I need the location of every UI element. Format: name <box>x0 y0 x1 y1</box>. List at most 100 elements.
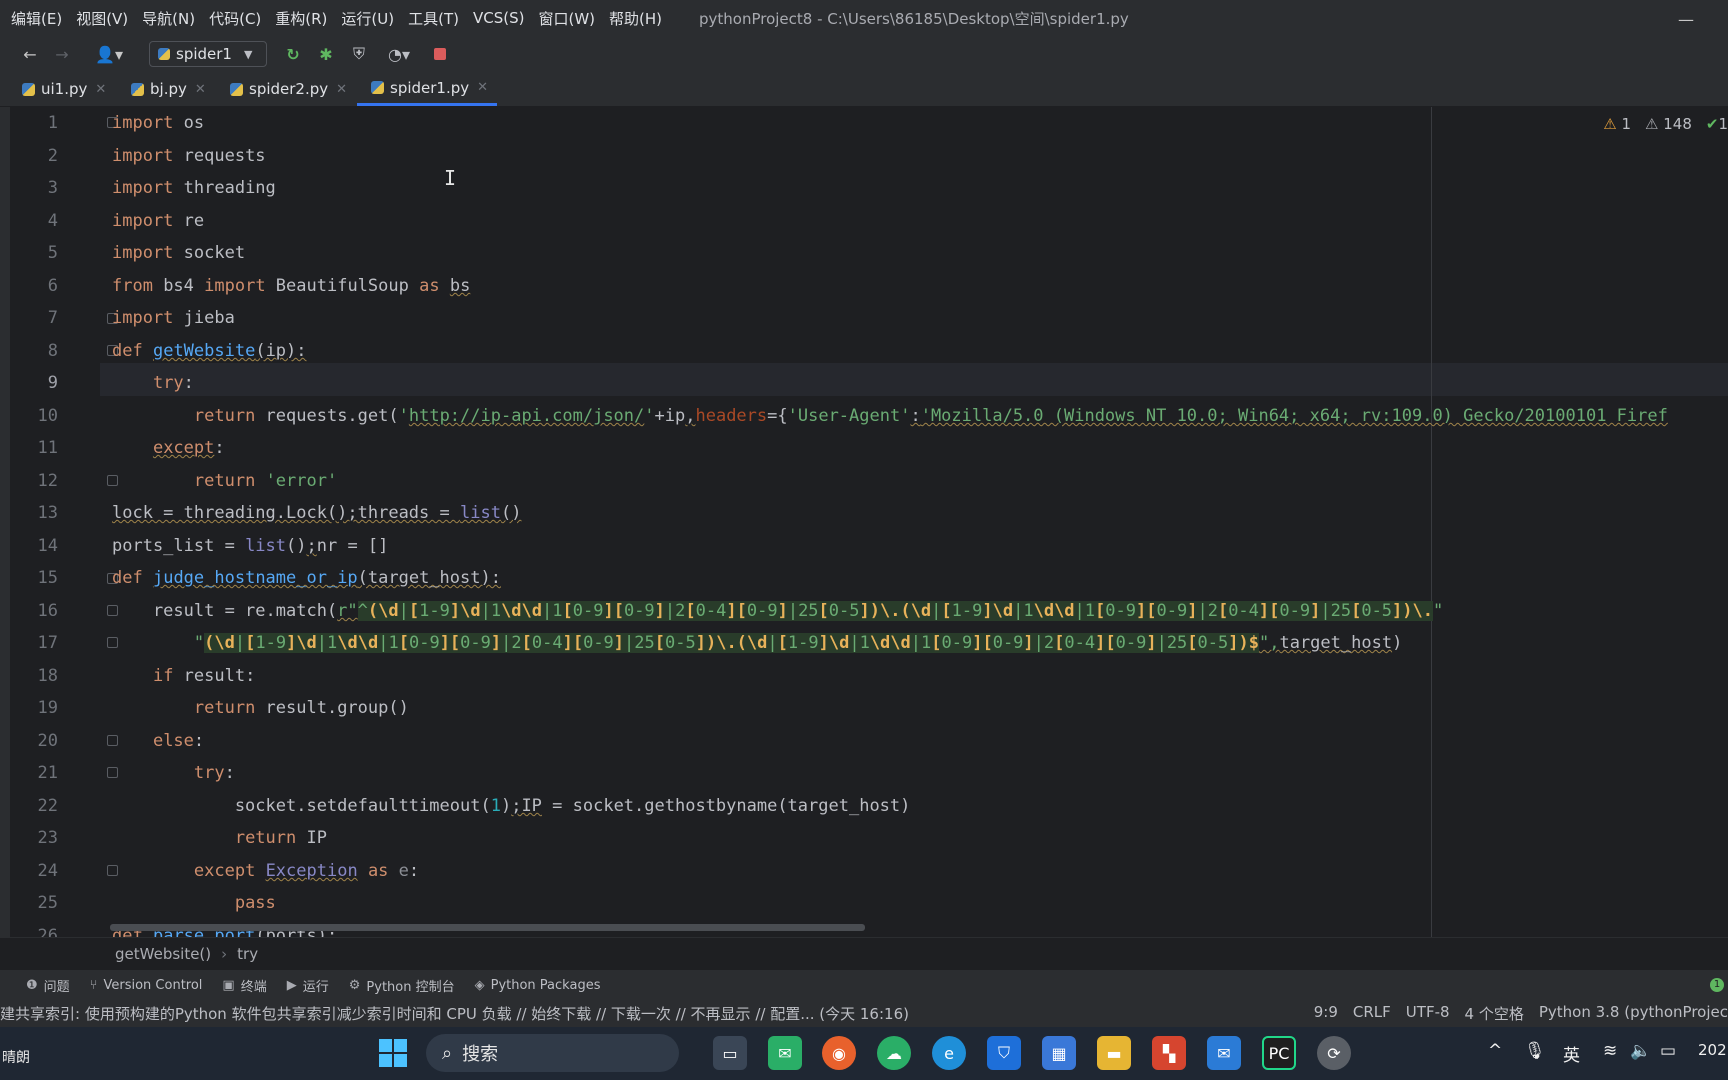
tab-spider1[interactable]: spider1.py ✕ <box>357 72 497 106</box>
code-line: else: <box>152 731 205 751</box>
volume-icon[interactable]: 🔈 <box>1630 1041 1651 1061</box>
error-count[interactable]: ⚠ 1 <box>1603 115 1631 133</box>
taskbar-search-box[interactable]: ⌕ 搜索 <box>426 1034 679 1072</box>
close-icon[interactable]: ✕ <box>95 82 106 97</box>
typo-count[interactable]: ✔1 <box>1706 115 1728 133</box>
wifi-icon[interactable]: ≋ <box>1603 1041 1617 1061</box>
code-line: pass <box>234 893 276 913</box>
mail-icon[interactable]: ✉ <box>1207 1036 1241 1070</box>
folder-icon[interactable]: ▬ <box>1097 1036 1131 1070</box>
menu-help[interactable]: 帮助(H) <box>609 8 662 29</box>
menu-edit[interactable]: 编辑(E) <box>11 8 62 29</box>
code-line: socket.setdefaulttimeout(1);IP = socket.… <box>112 796 911 816</box>
menu-refactor[interactable]: 重构(R) <box>275 8 327 29</box>
tab-label: spider1.py <box>390 78 470 97</box>
chevron-up-icon[interactable]: ^ <box>1488 1041 1502 1061</box>
breadcrumb-block[interactable]: try <box>237 945 258 963</box>
code-line: import os <box>112 113 205 133</box>
clock[interactable]: 202 <box>1698 1041 1727 1059</box>
code-line: if result: <box>152 666 256 686</box>
tool-python-packages[interactable]: ◈ Python Packages <box>475 978 601 993</box>
back-arrow-icon[interactable]: ← <box>18 42 42 66</box>
line-number: 21 <box>37 763 58 783</box>
firefox-icon[interactable]: ◉ <box>822 1036 856 1070</box>
line-number: 17 <box>37 633 58 653</box>
edge-icon[interactable]: e <box>932 1036 966 1070</box>
tab-ui1[interactable]: ui1.py ✕ <box>22 72 106 106</box>
windows-taskbar: 晴朗 ⌕ 搜索 ▭ ✉ ◉ ☁ e ⛉ ▦ ▬ ▚ ✉ PC ⟳ ^ 🎙 英 ≋… <box>0 1027 1728 1080</box>
weather-label[interactable]: 晴朗 <box>2 1047 30 1067</box>
file-encoding[interactable]: UTF-8 <box>1406 1003 1450 1024</box>
indent-setting[interactable]: 4 个空格 <box>1465 1003 1524 1024</box>
line-separator[interactable]: CRLF <box>1353 1003 1391 1024</box>
tab-label: ui1.py <box>41 80 88 98</box>
line-number: 22 <box>37 796 58 816</box>
python-file-icon <box>158 48 170 60</box>
minimize-icon[interactable]: — <box>1678 10 1694 29</box>
python-interpreter[interactable]: Python 3.8 (pythonProjec <box>1539 1003 1728 1024</box>
notification-badge[interactable]: 1 <box>1710 978 1724 992</box>
search-placeholder: 搜索 <box>462 1044 499 1065</box>
tool-terminal[interactable]: ▣ 终端 <box>222 976 266 995</box>
branch-icon: ⑂ <box>89 977 98 993</box>
horizontal-scrollbar[interactable] <box>110 924 865 931</box>
code-line: import socket <box>112 243 246 263</box>
caret-position[interactable]: 9:9 <box>1314 1003 1338 1024</box>
windows-start-icon[interactable] <box>376 1036 410 1070</box>
tool-python-console[interactable]: ⚙ Python 控制台 <box>349 976 455 995</box>
breadcrumb: getWebsite() › try <box>0 937 1728 970</box>
task-view-icon[interactable]: ▭ <box>713 1036 747 1070</box>
code-editor[interactable]: import os import requests import threadi… <box>100 107 1728 937</box>
python-file-icon <box>371 81 384 94</box>
breadcrumb-function[interactable]: getWebsite() <box>115 945 211 963</box>
close-icon[interactable]: ✕ <box>336 82 347 97</box>
tool-version-control[interactable]: ⑂ Version Control <box>90 978 203 993</box>
menu-run[interactable]: 运行(U) <box>341 8 394 29</box>
line-number: 19 <box>37 698 58 718</box>
line-number: 8 <box>47 341 58 361</box>
run-config-select[interactable]: spider1 ▼ <box>149 41 267 67</box>
microphone-icon[interactable]: 🎙 <box>1524 1041 1546 1061</box>
profile-icon[interactable]: ◔▾ <box>379 42 419 66</box>
tab-spider2[interactable]: spider2.py ✕ <box>230 72 347 106</box>
menu-tools[interactable]: 工具(T) <box>408 8 459 29</box>
info-icon: ❶ <box>26 977 38 993</box>
battery-icon[interactable]: ▭ <box>1660 1041 1676 1061</box>
line-number: 2 <box>47 146 58 166</box>
run-icon: ▶ <box>286 977 297 993</box>
menu-navigate[interactable]: 导航(N) <box>142 8 195 29</box>
menu-window[interactable]: 窗口(W) <box>538 8 595 29</box>
menu-code[interactable]: 代码(C) <box>209 8 261 29</box>
menu-view[interactable]: 视图(V) <box>76 8 128 29</box>
line-number: 7 <box>47 308 58 328</box>
close-icon[interactable]: ✕ <box>477 80 488 95</box>
code-line: def getWebsite(ip): <box>112 341 307 361</box>
tool-run[interactable]: ▶ 运行 <box>287 976 329 995</box>
ime-indicator[interactable]: 英 <box>1563 1041 1580 1066</box>
coverage-icon[interactable]: ⛨ <box>347 42 371 66</box>
user-icon[interactable]: 👤▾ <box>92 42 126 66</box>
warning-count[interactable]: ⚠ 148 <box>1645 115 1692 133</box>
menu-vcs[interactable]: VCS(S) <box>473 9 524 27</box>
code-line: result = re.match(r"^(\d|[1-9]\d|1\d\d|1… <box>112 601 1444 621</box>
app-icon[interactable]: ▚ <box>1152 1036 1186 1070</box>
rerun-icon[interactable]: ↻ <box>281 42 305 66</box>
shield-app-icon[interactable]: ⛉ <box>987 1036 1021 1070</box>
debug-icon[interactable]: ✱ <box>314 42 338 66</box>
close-icon[interactable]: ✕ <box>195 82 206 97</box>
wechat-icon[interactable]: ✉ <box>768 1036 802 1070</box>
stop-icon[interactable] <box>428 42 452 66</box>
chat-icon[interactable]: ☁ <box>877 1036 911 1070</box>
line-number: 13 <box>37 503 58 523</box>
tab-bj[interactable]: bj.py ✕ <box>131 72 206 106</box>
window-title: pythonProject8 - C:\Users\86185\Desktop\… <box>699 9 1129 28</box>
tool-problems[interactable]: ❶ 问题 <box>26 976 70 995</box>
code-line: import requests <box>112 146 266 166</box>
pycharm-icon[interactable]: PC <box>1262 1036 1296 1070</box>
tool-app-icon[interactable]: ⟳ <box>1317 1036 1351 1070</box>
code-line: import jieba <box>112 308 235 328</box>
status-message[interactable]: 建共享索引: 使用预构建的Python 软件包共享索引减少索引时间和 CPU 负… <box>0 1003 909 1024</box>
store-icon[interactable]: ▦ <box>1042 1036 1076 1070</box>
inspection-widget[interactable]: ⚠ 1 ⚠ 148 ✔1 <box>1603 113 1728 135</box>
forward-arrow-icon[interactable]: → <box>50 42 74 66</box>
